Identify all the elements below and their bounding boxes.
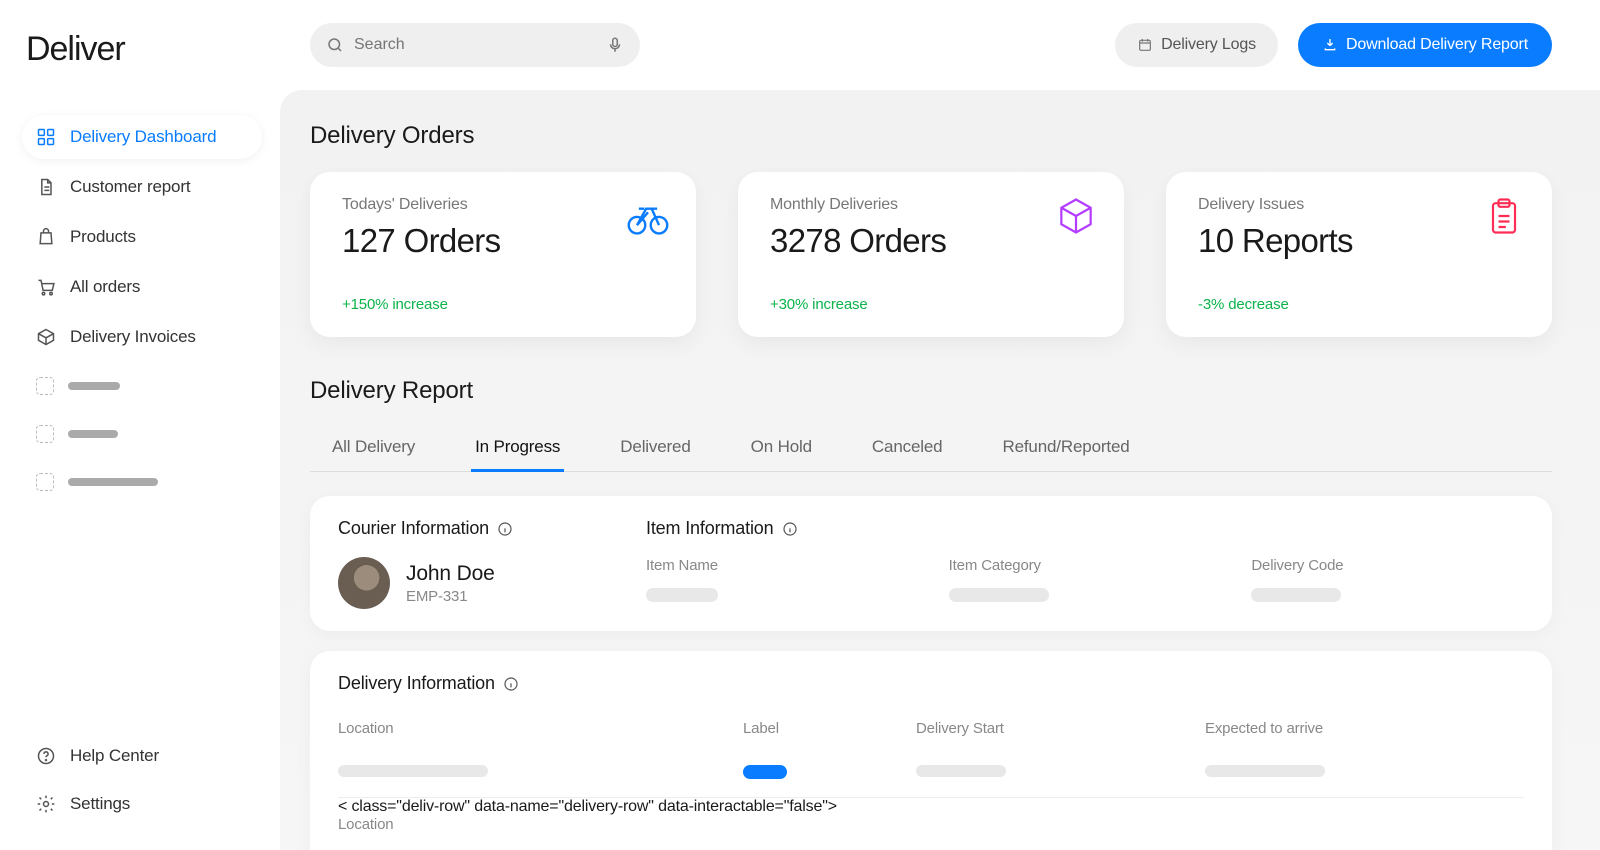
content-area: Delivery Orders Todays' Deliveries 127 O… xyxy=(280,90,1600,850)
dashboard-icon xyxy=(36,127,56,147)
sidebar-item-placeholder xyxy=(22,365,262,407)
sidebar-item-label: Products xyxy=(70,227,136,247)
item-col-category: Item Category xyxy=(949,557,1222,574)
search-field[interactable] xyxy=(310,23,640,67)
courier-block: John Doe EMP-331 xyxy=(338,557,598,609)
card-label: Todays' Deliveries xyxy=(342,196,668,214)
sidebar-item-label: Delivery Invoices xyxy=(70,327,196,347)
box-icon xyxy=(1054,194,1098,238)
orders-section-title: Delivery Orders xyxy=(310,122,1552,150)
button-label: Download Delivery Report xyxy=(1346,36,1528,54)
report-section-title: Delivery Report xyxy=(310,377,473,405)
card-value: 3278 Orders xyxy=(770,222,1096,260)
courier-name: John Doe xyxy=(406,562,495,586)
skeleton xyxy=(646,588,718,602)
sidebar-item-delivery-dashboard[interactable]: Delivery Dashboard xyxy=(22,115,262,159)
sidebar-item-label: Settings xyxy=(70,794,130,814)
sidebar-item-customer-report[interactable]: Customer report xyxy=(22,165,262,209)
sidebar-item-label: All orders xyxy=(70,277,140,297)
mic-icon[interactable] xyxy=(606,36,624,54)
stat-cards: Todays' Deliveries 127 Orders +150% incr… xyxy=(310,172,1552,337)
bicycle-icon xyxy=(626,194,670,238)
stat-card-monthly-deliveries: Monthly Deliveries 3278 Orders +30% incr… xyxy=(738,172,1124,337)
box-icon xyxy=(36,327,56,347)
tab-in-progress[interactable]: In Progress xyxy=(471,429,564,472)
skeleton xyxy=(1205,765,1325,777)
sidebar-item-delivery-invoices[interactable]: Delivery Invoices xyxy=(22,315,262,359)
avatar xyxy=(338,557,390,609)
button-label: Delivery Logs xyxy=(1161,36,1256,54)
courier-info-title: Courier Information xyxy=(338,518,598,539)
delivery-info-title: Delivery Information xyxy=(338,673,1524,694)
card-label: Delivery Issues xyxy=(1198,196,1524,214)
calendar-icon xyxy=(1137,37,1153,53)
tab-on-hold[interactable]: On Hold xyxy=(747,429,816,472)
sidebar-item-label: Customer report xyxy=(70,177,190,197)
col-expected-arrive: Expected to arrive xyxy=(1205,720,1524,737)
col-location: Location xyxy=(338,720,715,737)
report-tabs: All Delivery In Progress Delivered On Ho… xyxy=(310,419,1552,472)
search-input[interactable] xyxy=(354,36,596,54)
col-location: Location xyxy=(338,816,1524,833)
tab-canceled[interactable]: Canceled xyxy=(868,429,947,472)
download-icon xyxy=(1322,37,1338,53)
sidebar-item-label: Help Center xyxy=(70,746,159,766)
help-icon xyxy=(36,746,56,766)
delivery-logs-button[interactable]: Delivery Logs xyxy=(1115,23,1278,67)
clipboard-icon xyxy=(1482,194,1526,238)
card-label: Monthly Deliveries xyxy=(770,196,1096,214)
gear-icon xyxy=(36,794,56,814)
skeleton xyxy=(916,765,1006,777)
skeleton xyxy=(338,765,488,777)
card-delta: +150% increase xyxy=(342,296,668,313)
sidebar-item-help-center[interactable]: Help Center xyxy=(22,734,262,778)
courier-id: EMP-331 xyxy=(406,588,495,605)
bag-icon xyxy=(36,227,56,247)
card-value: 10 Reports xyxy=(1198,222,1524,260)
tab-delivered[interactable]: Delivered xyxy=(616,429,694,472)
skeleton xyxy=(949,588,1049,602)
stat-card-delivery-issues: Delivery Issues 10 Reports -3% decrease xyxy=(1166,172,1552,337)
card-delta: -3% decrease xyxy=(1198,296,1524,313)
brand-logo: Deliver xyxy=(22,30,262,69)
sidebar-nav: Delivery Dashboard Customer report Produ… xyxy=(22,115,262,503)
item-col-delivery-code: Delivery Code xyxy=(1251,557,1524,574)
card-delta: +30% increase xyxy=(770,296,1096,313)
sidebar: Deliver Delivery Dashboard Customer repo… xyxy=(0,0,280,850)
sidebar-item-products[interactable]: Products xyxy=(22,215,262,259)
delivery-row: Location Label Delivery Start xyxy=(338,712,1524,798)
sidebar-item-placeholder xyxy=(22,413,262,455)
item-info-title: Item Information xyxy=(646,518,1524,539)
info-icon[interactable] xyxy=(503,676,519,692)
tab-all-delivery[interactable]: All Delivery xyxy=(328,429,419,472)
tab-refund-reported[interactable]: Refund/Reported xyxy=(998,429,1133,472)
status-pill xyxy=(743,765,787,779)
info-icon[interactable] xyxy=(497,521,513,537)
sidebar-item-all-orders[interactable]: All orders xyxy=(22,265,262,309)
report-body: Courier Information John Doe EMP-331 xyxy=(310,496,1552,850)
item-col-name: Item Name xyxy=(646,557,919,574)
search-icon xyxy=(326,36,344,54)
sidebar-item-placeholder xyxy=(22,461,262,503)
skeleton xyxy=(1251,588,1341,602)
cart-icon xyxy=(36,277,56,297)
download-report-button[interactable]: Download Delivery Report xyxy=(1298,23,1552,67)
col-label: Label xyxy=(743,720,888,737)
info-icon[interactable] xyxy=(782,521,798,537)
stat-card-todays-deliveries: Todays' Deliveries 127 Orders +150% incr… xyxy=(310,172,696,337)
card-value: 127 Orders xyxy=(342,222,668,260)
topbar: Delivery Logs Download Delivery Report xyxy=(280,0,1600,90)
delivery-info-panel: Delivery Information Location Label xyxy=(310,651,1552,850)
sidebar-item-settings[interactable]: Settings xyxy=(22,782,262,826)
document-icon xyxy=(36,177,56,197)
sidebar-item-label: Delivery Dashboard xyxy=(70,127,216,147)
col-delivery-start: Delivery Start xyxy=(916,720,1177,737)
courier-item-panel: Courier Information John Doe EMP-331 xyxy=(310,496,1552,631)
